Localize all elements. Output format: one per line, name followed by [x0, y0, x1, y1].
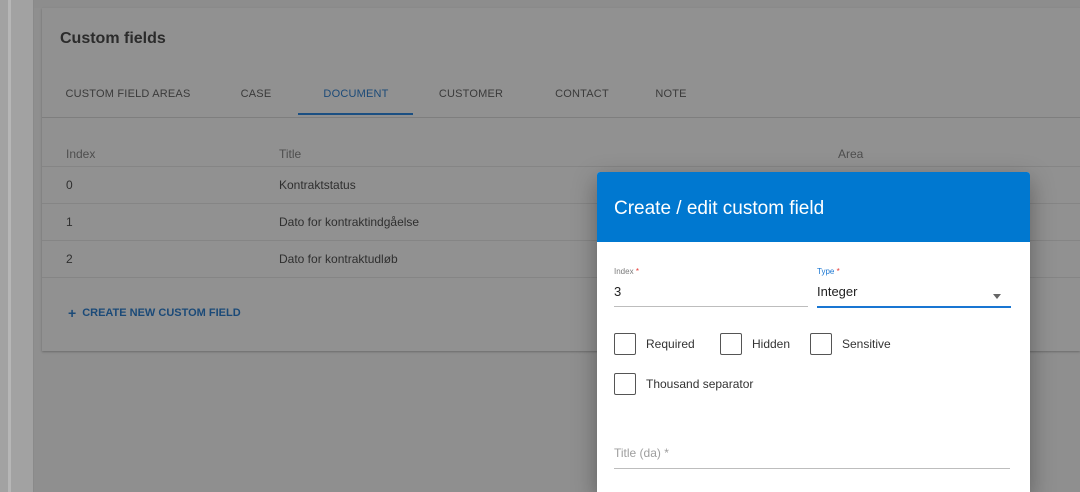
tab-contact[interactable]: CONTACT [540, 71, 624, 116]
tab-customer[interactable]: CUSTOMER [426, 71, 516, 116]
cell-index: 1 [66, 215, 73, 229]
rail-separator [33, 0, 34, 492]
tab-custom-field-areas[interactable]: CUSTOM FIELD AREAS [54, 71, 202, 116]
rail-line [8, 0, 11, 492]
hidden-checkbox-label: Hidden [752, 337, 791, 351]
create-new-custom-field-button[interactable]: + CREATE NEW CUSTOM FIELD [68, 306, 241, 320]
plus-icon: + [68, 305, 77, 321]
tab-case[interactable]: CASE [230, 71, 282, 116]
hidden-checkbox[interactable] [720, 333, 742, 355]
chevron-down-icon[interactable] [993, 294, 1001, 299]
required-checkbox-row[interactable]: Required [614, 333, 695, 355]
title-da-field[interactable]: Title (da) * [614, 446, 1010, 469]
type-label: Type * [817, 267, 1011, 276]
app-page: Custom fields CUSTOM FIELD AREAS CASE DO… [0, 0, 1080, 492]
card-title: Custom fields [60, 30, 166, 47]
dialog-title: Create / edit custom field [614, 198, 825, 219]
index-label-text: Index [614, 267, 634, 276]
sensitive-checkbox-row[interactable]: Sensitive [810, 333, 891, 355]
thousand-separator-checkbox-row[interactable]: Thousand separator [614, 373, 753, 395]
title-da-underline [614, 468, 1010, 469]
required-checkbox-label: Required [646, 337, 695, 351]
index-label: Index * [614, 267, 808, 276]
custom-field-dialog: Create / edit custom field Index * 3 Typ… [597, 172, 1030, 492]
required-mark: * [635, 267, 639, 276]
tab-document[interactable]: DOCUMENT [304, 71, 408, 116]
cell-index: 2 [66, 252, 73, 266]
cell-title: Dato for kontraktindgåelse [279, 215, 420, 229]
tab-note[interactable]: NOTE [646, 71, 696, 116]
type-underline [817, 306, 1011, 308]
top-strip [34, 0, 1080, 8]
thousand-separator-checkbox[interactable] [614, 373, 636, 395]
required-checkbox[interactable] [614, 333, 636, 355]
type-label-text: Type [817, 267, 835, 276]
index-underline [614, 306, 808, 307]
header-index[interactable]: Index [66, 141, 95, 166]
index-field[interactable]: Index * 3 [614, 267, 808, 307]
dialog-header: Create / edit custom field [597, 172, 1030, 242]
left-rail [0, 0, 34, 492]
tab-bar: CUSTOM FIELD AREAS CASE DOCUMENT CUSTOME… [42, 71, 1080, 116]
cell-title: Kontraktstatus [279, 178, 356, 192]
tabs-divider [42, 117, 1080, 118]
active-tab-indicator [298, 113, 413, 115]
sensitive-checkbox-label: Sensitive [842, 337, 891, 351]
index-value[interactable]: 3 [614, 284, 808, 302]
title-da-placeholder: Title (da) * [614, 446, 669, 460]
hidden-checkbox-row[interactable]: Hidden [720, 333, 790, 355]
table-header-row: Index Title Area [42, 141, 1080, 167]
type-value[interactable]: Integer [817, 284, 1011, 302]
thousand-separator-checkbox-label: Thousand separator [646, 377, 754, 391]
sensitive-checkbox[interactable] [810, 333, 832, 355]
type-select[interactable]: Type * Integer [817, 267, 1011, 308]
required-mark: * [836, 267, 840, 276]
cell-index: 0 [66, 178, 73, 192]
create-link-label: CREATE NEW CUSTOM FIELD [82, 307, 241, 319]
header-area[interactable]: Area [838, 141, 863, 166]
cell-title: Dato for kontraktudløb [279, 252, 398, 266]
header-title[interactable]: Title [279, 141, 301, 166]
